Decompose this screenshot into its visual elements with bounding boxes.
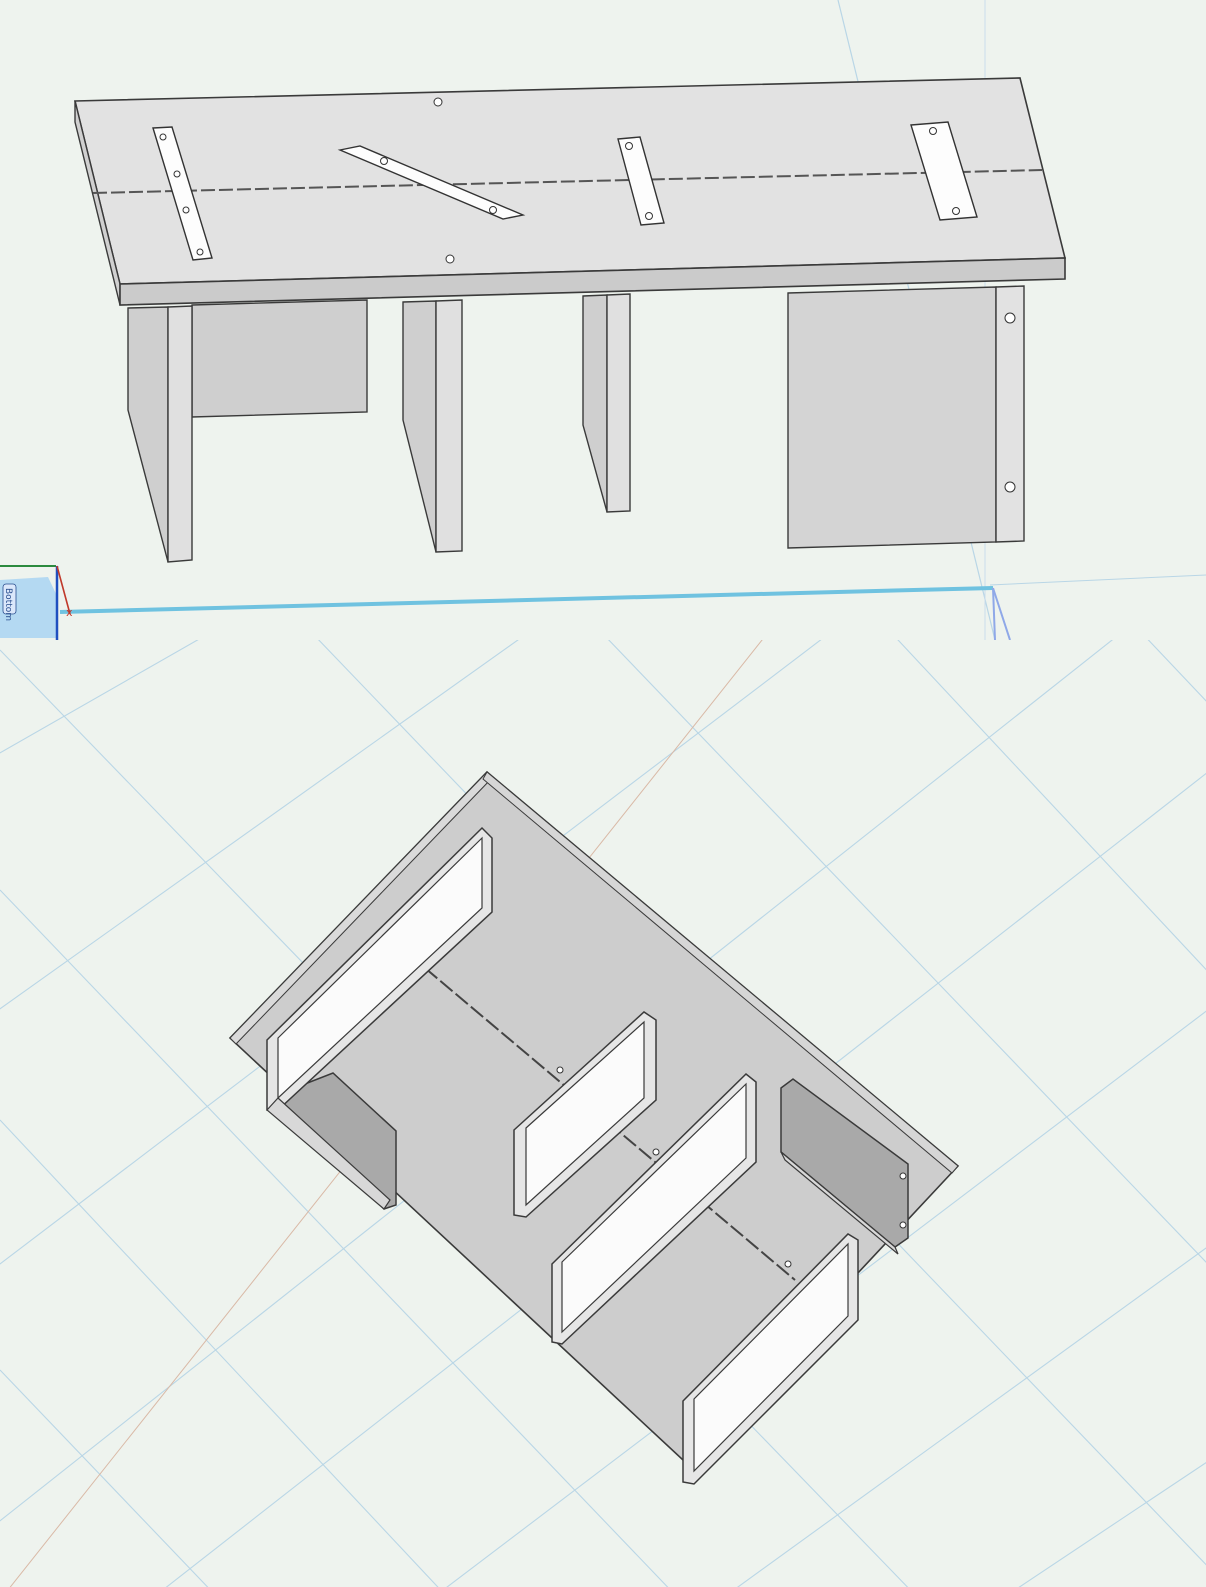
view-tag-label: Bottom: [3, 588, 13, 621]
bottom-view-canvas[interactable]: [0, 640, 1206, 1587]
bench-leg-left[interactable]: [127, 299, 368, 563]
bench-leg[interactable]: [402, 299, 463, 553]
bench-leg[interactable]: [582, 293, 631, 513]
bench-top[interactable]: [73, 77, 1067, 306]
svg-text:x: x: [66, 606, 73, 619]
working-plane-line: [59, 586, 994, 614]
viewport-front[interactable]: x Bottom: [0, 0, 1206, 640]
screw-hole: [652, 1148, 660, 1156]
screw-hole: [556, 1066, 564, 1074]
bench-leg-right-panel[interactable]: [787, 285, 1025, 549]
construction-line: [989, 574, 1206, 586]
front-view-canvas[interactable]: x Bottom: [0, 0, 1206, 640]
screw-hole: [784, 1260, 792, 1268]
viewport-bottom-view[interactable]: [0, 640, 1206, 1587]
cad-3d-workspace[interactable]: x Bottom: [0, 0, 1206, 1587]
